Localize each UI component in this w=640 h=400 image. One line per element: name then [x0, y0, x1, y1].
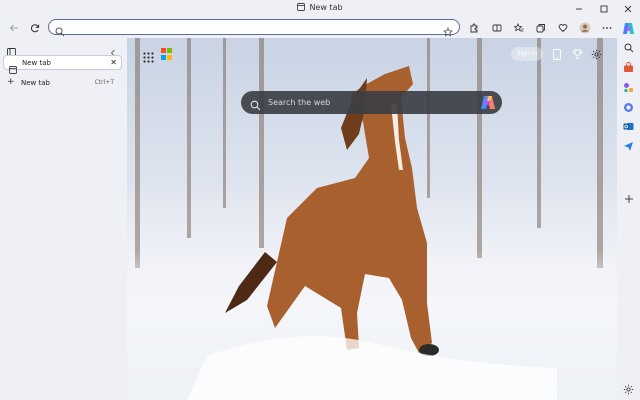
new-tab-button[interactable]: + New tab Ctrl+T [3, 77, 122, 91]
tab-new-tab[interactable]: New tab ✕ [3, 55, 122, 74]
sidebar-settings-gear-icon[interactable] [622, 383, 635, 396]
more-menu-button[interactable] [599, 20, 615, 36]
right-sidebar [617, 17, 640, 400]
new-tab-shortcut: Ctrl+T [94, 79, 114, 86]
send-icon[interactable] [622, 140, 635, 153]
tools-icon[interactable] [622, 81, 635, 94]
puzzle-icon [470, 23, 478, 33]
vertical-tabs-panel: New tab ✕ + New tab Ctrl+T [0, 39, 126, 400]
minimize-button[interactable] [568, 2, 590, 15]
outlook-icon[interactable] [622, 120, 635, 133]
back-arrow-icon [9, 24, 18, 32]
microsoft-logo-icon [161, 48, 173, 60]
copilot-icon[interactable] [480, 95, 496, 114]
collections-button[interactable] [533, 20, 549, 36]
close-tab-icon[interactable]: ✕ [110, 58, 117, 67]
phone-icon[interactable] [550, 47, 564, 61]
search-icon [250, 96, 261, 115]
new-tab-page: Sign in [127, 38, 617, 400]
apps-grid-icon[interactable] [143, 48, 154, 67]
profile-button[interactable] [577, 20, 593, 36]
copilot-sidebar-icon[interactable] [622, 22, 635, 35]
rewards-trophy-icon[interactable] [570, 47, 584, 61]
extensions-button[interactable] [466, 20, 482, 36]
ellipsis-icon [602, 27, 612, 29]
heart-pulse-icon [558, 24, 568, 33]
plus-icon: + [7, 77, 15, 87]
refresh-button[interactable] [27, 20, 43, 36]
tab-label: New tab [22, 59, 51, 67]
window-title-area: New tab [0, 3, 640, 13]
favorites-button[interactable] [511, 20, 527, 36]
window-title: New tab [309, 3, 343, 12]
tab-icon [297, 3, 306, 13]
back-button[interactable] [6, 20, 22, 36]
web-search-box[interactable] [241, 91, 502, 114]
address-input[interactable] [67, 21, 427, 33]
toolbar [0, 17, 640, 39]
new-tab-favicon-icon [9, 59, 17, 78]
games-icon[interactable] [622, 101, 635, 114]
address-bar[interactable] [48, 19, 460, 37]
collections-icon [536, 24, 545, 33]
favorites-list-icon [514, 23, 524, 32]
refresh-icon [30, 24, 40, 33]
avatar-icon [579, 22, 591, 34]
sign-in-button[interactable]: Sign in [511, 47, 543, 61]
new-tab-label: New tab [21, 79, 50, 87]
web-search-input[interactable] [268, 96, 468, 109]
sidebar-search-icon[interactable] [622, 41, 635, 54]
page-settings-gear-icon[interactable] [589, 47, 603, 61]
maximize-button[interactable] [593, 2, 615, 15]
close-window-button[interactable] [617, 2, 639, 15]
title-bar: New tab [0, 0, 640, 17]
browser-essentials-button[interactable] [555, 20, 571, 36]
shopping-bag-icon[interactable] [622, 61, 635, 74]
add-sidebar-app-icon[interactable] [622, 192, 635, 205]
split-screen-button[interactable] [489, 20, 505, 36]
split-screen-icon [492, 24, 502, 32]
